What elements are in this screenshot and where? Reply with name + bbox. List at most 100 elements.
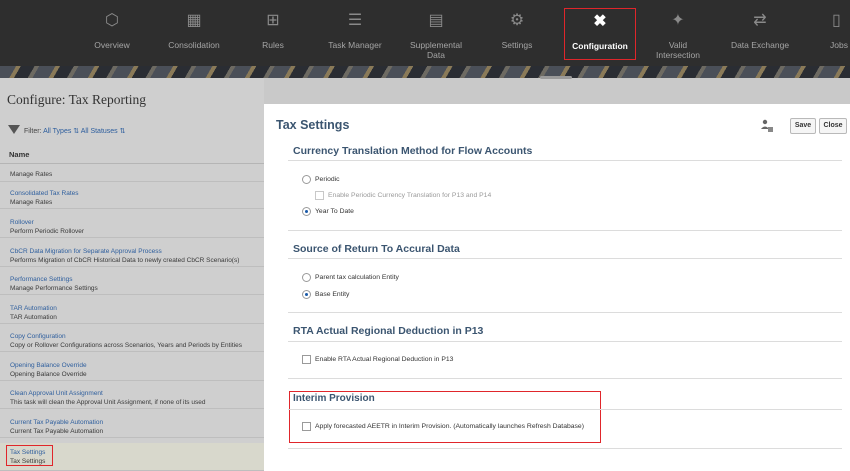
- base-entity-label: Base Entity: [315, 291, 350, 298]
- base-entity-radio[interactable]: [302, 290, 311, 299]
- list-item[interactable]: Rollover Perform Periodic Rollover: [0, 216, 264, 238]
- item-description: This task will clean the Approval Unit A…: [10, 399, 206, 406]
- section-title-rta: RTA Actual Regional Deduction in P13: [293, 325, 484, 337]
- parent-entity-radio[interactable]: [302, 273, 311, 282]
- nav-label: Data Exchange: [730, 40, 790, 50]
- list-item[interactable]: Opening Balance Override Opening Balance…: [0, 359, 264, 381]
- clipboard-icon: ▯: [832, 12, 841, 29]
- collapse-handle[interactable]: [540, 76, 572, 79]
- enable-periodic-label: Enable Periodic Currency Translation for…: [328, 192, 492, 199]
- item-description: Manage Rates: [10, 171, 53, 178]
- filter-types-link[interactable]: All Types: [43, 128, 71, 135]
- cube-icon: ⬡: [105, 12, 119, 29]
- nav-label: Configuration: [572, 41, 628, 51]
- nav-label: Rules: [262, 40, 284, 50]
- nav-overview[interactable]: ⬡ Overview: [78, 0, 146, 66]
- filter-bar: Filter: All Types ⇅ All Statuses ⇅: [0, 120, 264, 144]
- exchange-icon: ⇄: [753, 12, 767, 29]
- item-title[interactable]: Consolidated Tax Rates: [10, 189, 264, 198]
- nav-label: Task Manager: [328, 40, 382, 50]
- decorative-banner: [0, 66, 850, 78]
- item-description: Perform Periodic Rollover: [10, 228, 85, 235]
- item-title[interactable]: Clean Approval Unit Assignment: [10, 389, 264, 398]
- item-title[interactable]: TAR Automation: [10, 304, 264, 313]
- save-button[interactable]: Save: [790, 118, 816, 134]
- nav-label: Jobs: [830, 40, 848, 50]
- user-settings-icon[interactable]: [761, 119, 773, 133]
- grid-icon: ⊞: [266, 12, 280, 29]
- swap-icon[interactable]: ⇅: [71, 128, 80, 135]
- tools-icon: ✖: [593, 13, 607, 30]
- nav-label: Valid Intersection: [656, 40, 700, 60]
- nav-valid-intersection[interactable]: ✦ Valid Intersection: [650, 0, 706, 66]
- panel-title: Tax Settings: [276, 118, 350, 132]
- item-description: Copy or Rollover Configurations across S…: [10, 342, 242, 349]
- intersection-icon: ✦: [671, 12, 685, 29]
- year-to-date-radio[interactable]: [302, 207, 311, 216]
- list-item[interactable]: Copy Configuration Copy or Rollover Conf…: [0, 330, 264, 352]
- year-to-date-label: Year To Date: [315, 208, 354, 215]
- list-item[interactable]: Performance Settings Manage Performance …: [0, 273, 264, 295]
- nav-configuration[interactable]: ✖ Configuration: [564, 8, 636, 60]
- enable-rta-label: Enable RTA Actual Regional Deduction in …: [315, 356, 454, 363]
- divider: [288, 409, 842, 410]
- nav-label: Supplemental Data: [410, 40, 462, 60]
- divider: [288, 230, 842, 231]
- filter-icon: [8, 125, 20, 134]
- divider: [288, 258, 842, 259]
- nav-rules[interactable]: ⊞ Rules: [250, 0, 296, 66]
- item-description: Opening Balance Override: [10, 371, 87, 378]
- checklist-icon: ☰: [347, 12, 363, 29]
- divider: [288, 160, 842, 161]
- periodic-radio[interactable]: [302, 175, 311, 184]
- tax-settings-panel: Tax Settings Save Close Currency Transla…: [264, 104, 850, 471]
- nav-consolidation[interactable]: ▦ Consolidation: [158, 0, 230, 66]
- item-title[interactable]: Performance Settings: [10, 275, 264, 284]
- nav-jobs[interactable]: ▯ Jobs: [818, 0, 850, 66]
- enable-periodic-checkbox[interactable]: [315, 191, 324, 200]
- nav-label: Overview: [94, 40, 130, 50]
- item-title[interactable]: Rollover: [10, 218, 264, 227]
- name-column-header[interactable]: Name: [0, 150, 264, 164]
- divider: [288, 312, 842, 313]
- filter-text: Filter: All Types ⇅ All Statuses ⇅: [24, 127, 126, 135]
- section-title-source: Source of Return To Accural Data: [293, 243, 460, 255]
- nav-label: Settings: [501, 40, 533, 50]
- item-title[interactable]: Opening Balance Override: [10, 361, 264, 370]
- item-description: Current Tax Payable Automation: [10, 428, 104, 435]
- list-item[interactable]: Consolidated Tax Rates Manage Rates: [0, 187, 264, 209]
- section-title-currency: Currency Translation Method for Flow Acc…: [293, 145, 533, 157]
- item-title[interactable]: CbCR Data Migration for Separate Approva…: [10, 247, 264, 256]
- apply-aeetr-checkbox[interactable]: [302, 422, 311, 431]
- item-title[interactable]: Copy Configuration: [10, 332, 264, 341]
- table-icon: ▤: [428, 12, 444, 29]
- list-item[interactable]: Current Tax Payable Automation Current T…: [0, 416, 264, 438]
- list-item[interactable]: TAR Automation TAR Automation: [0, 302, 264, 324]
- list-item[interactable]: Clean Approval Unit Assignment This task…: [0, 387, 264, 409]
- selection-highlight: [6, 445, 53, 466]
- nav-settings[interactable]: ⚙ Settings: [492, 0, 542, 66]
- item-description: Manage Rates: [10, 199, 53, 206]
- enable-rta-checkbox[interactable]: [302, 355, 311, 364]
- swap-icon[interactable]: ⇅: [118, 128, 126, 135]
- close-button[interactable]: Close: [819, 118, 847, 134]
- apply-aeetr-label: Apply forecasted AEETR in Interim Provis…: [315, 423, 584, 430]
- section-title-interim: Interim Provision: [293, 393, 375, 404]
- nav-task-manager[interactable]: ☰ Task Manager: [322, 0, 388, 66]
- list-item[interactable]: Manage Rates: [0, 168, 264, 182]
- nav-data-exchange[interactable]: ⇄ Data Exchange: [726, 0, 794, 66]
- filter-statuses-link[interactable]: All Statuses: [81, 128, 118, 135]
- gear-icon: ⚙: [509, 12, 525, 29]
- divider: [288, 448, 842, 449]
- list-item[interactable]: CbCR Data Migration for Separate Approva…: [0, 245, 264, 267]
- item-description: Performs Migration of CbCR Historical Da…: [10, 257, 240, 264]
- page-title: Configure: Tax Reporting: [7, 92, 147, 107]
- top-navigation: ⬡ Overview ▦ Consolidation ⊞ Rules ☰ Tas…: [0, 0, 850, 66]
- item-description: Manage Performance Settings: [10, 285, 98, 292]
- filter-label: Filter:: [24, 128, 42, 135]
- item-title[interactable]: Current Tax Payable Automation: [10, 418, 264, 427]
- nav-supplemental-data[interactable]: ▤ Supplemental Data: [403, 0, 469, 66]
- nav-label: Consolidation: [168, 40, 220, 50]
- divider: [288, 378, 842, 379]
- parent-entity-label: Parent tax calculation Entity: [315, 274, 399, 281]
